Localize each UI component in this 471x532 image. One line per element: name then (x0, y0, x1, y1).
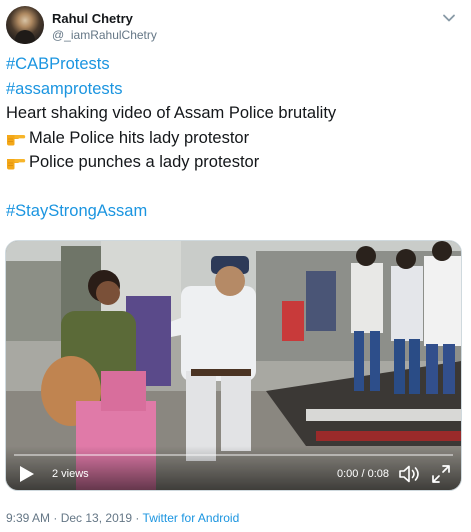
tweet-line: Male Police hits lady protestor (6, 126, 461, 151)
tweet-text: #CABProtests #assamprotests Heart shakin… (6, 52, 461, 224)
hashtag-staystrongassam[interactable]: #StayStrongAssam (6, 199, 461, 224)
progress-bar[interactable] (14, 454, 453, 456)
tweet-line: Police punches a lady protestor (6, 150, 461, 175)
display-name[interactable]: Rahul Chetry (52, 11, 133, 26)
user-handle[interactable]: @_iamRahulChetry (52, 28, 157, 42)
tweet-time[interactable]: 9:39 AM (6, 511, 50, 525)
fullscreen-icon[interactable] (431, 464, 451, 484)
tweet-header: Rahul Chetry @_iamRahulChetry (6, 6, 465, 46)
volume-icon[interactable] (398, 464, 420, 484)
meta-separator: · (132, 511, 143, 525)
hashtag-assamprotests[interactable]: #assamprotests (6, 77, 461, 102)
tweet-line: Heart shaking video of Assam Police brut… (6, 104, 337, 122)
video-time: 0:00 / 0:08 (337, 468, 389, 480)
video-player[interactable]: 2 views 0:00 / 0:08 (5, 240, 462, 491)
video-controls: 2 views 0:00 / 0:08 (6, 446, 461, 490)
backhand-index-pointing-right-icon (6, 150, 26, 175)
tweet-source[interactable]: Twitter for Android (143, 511, 240, 525)
backhand-index-pointing-right-icon (6, 126, 26, 151)
tweet-line-text: Police punches a lady protestor (29, 153, 260, 171)
hashtag-cabprotests[interactable]: #CABProtests (6, 52, 461, 77)
tweet-line-text: Male Police hits lady protestor (29, 128, 250, 147)
view-count: 2 views (52, 468, 89, 480)
avatar[interactable] (6, 6, 44, 44)
tweet-date[interactable]: Dec 13, 2019 (61, 511, 132, 525)
chevron-down-icon[interactable] (439, 8, 459, 28)
play-icon[interactable] (19, 465, 35, 483)
tweet-meta: 9:39 AM · Dec 13, 2019 · Twitter for And… (6, 511, 239, 525)
meta-separator: · (50, 511, 61, 525)
